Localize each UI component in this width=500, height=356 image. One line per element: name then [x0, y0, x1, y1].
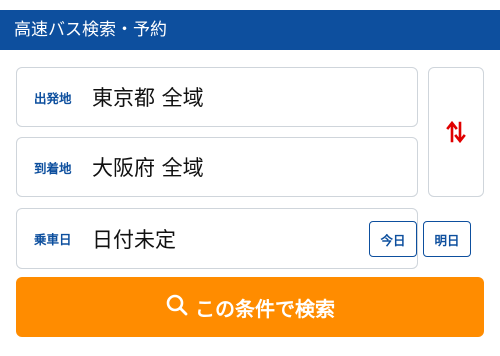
page-header: 高速バス検索・予約: [0, 10, 500, 50]
arrival-label: 到着地: [34, 160, 72, 176]
date-value[interactable]: 日付未定: [92, 209, 176, 268]
bus-search-widget: 高速バス検索・予約 出発地 東京都 全域 到着地 大阪府 全域 乗車日 日付未定…: [0, 0, 500, 356]
departure-field[interactable]: 出発地 東京都 全域: [16, 67, 418, 127]
search-button[interactable]: この条件で検索: [16, 277, 484, 337]
page-title: 高速バス検索・予約: [14, 20, 167, 40]
tomorrow-button[interactable]: 明日: [423, 221, 471, 257]
arrival-field[interactable]: 到着地 大阪府 全域: [16, 137, 418, 197]
swap-locations-button[interactable]: [428, 67, 484, 197]
today-button[interactable]: 今日: [369, 221, 417, 257]
search-icon: [165, 293, 195, 322]
arrival-value[interactable]: 大阪府 全域: [92, 138, 204, 196]
date-label: 乗車日: [34, 232, 72, 247]
search-button-label: この条件で検索: [195, 296, 335, 321]
departure-label: 出発地: [34, 90, 72, 106]
swap-vertical-arrows-icon: [445, 120, 467, 144]
date-field[interactable]: 乗車日 日付未定 今日 明日: [16, 208, 471, 269]
departure-value[interactable]: 東京都 全域: [92, 68, 204, 126]
